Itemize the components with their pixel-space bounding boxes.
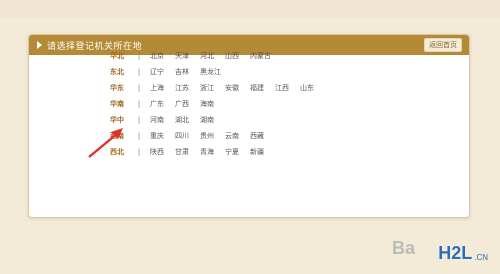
province-link[interactable]: 河北 xyxy=(200,51,214,61)
region-row: 华北 | 北京 天津 河北 山西 内蒙古 xyxy=(110,48,325,64)
province-link[interactable]: 吉林 xyxy=(175,67,189,77)
separator: | xyxy=(137,116,141,124)
province-link[interactable]: 宁夏 xyxy=(225,147,239,157)
province-link[interactable]: 辽宁 xyxy=(150,67,164,77)
separator: | xyxy=(137,148,141,156)
region-name: 华南 xyxy=(110,100,124,108)
province-link[interactable]: 湖北 xyxy=(175,115,189,125)
province-link[interactable]: 北京 xyxy=(150,51,164,61)
province-link[interactable]: 甘肃 xyxy=(175,147,189,157)
province-link[interactable]: 山西 xyxy=(225,51,239,61)
top-decor-strip xyxy=(0,0,500,18)
region-row: 东北 | 辽宁 吉林 黑龙江 xyxy=(110,64,325,80)
watermark-text: Ba xyxy=(392,238,416,258)
province-link[interactable]: 山东 xyxy=(300,83,314,93)
region-name: 华北 xyxy=(110,52,124,60)
province-link[interactable]: 湖南 xyxy=(200,115,214,125)
province-link[interactable]: 浙江 xyxy=(200,83,214,93)
separator: | xyxy=(137,68,141,76)
province-link[interactable]: 广西 xyxy=(175,99,189,109)
province-link[interactable]: 黑龙江 xyxy=(200,67,221,77)
separator: | xyxy=(137,52,141,60)
site-logo: H2L .CN xyxy=(438,243,488,264)
back-home-button[interactable]: 返回首页 xyxy=(424,38,462,52)
logo-main: H2L xyxy=(438,243,473,263)
province-link[interactable]: 江西 xyxy=(275,83,289,93)
province-link[interactable]: 重庆 xyxy=(150,131,164,141)
province-link[interactable]: 西藏 xyxy=(250,131,264,141)
region-row: 西北 | 陕西 甘肃 青海 宁夏 新疆 xyxy=(110,144,325,160)
province-link[interactable]: 上海 xyxy=(150,83,164,93)
region-row: 华南 | 广东 广西 海南 xyxy=(110,96,325,112)
region-row: 华东 | 上海 江苏 浙江 安徽 福建 江西 山东 xyxy=(110,80,325,96)
separator: | xyxy=(137,132,141,140)
triangle-right-icon xyxy=(37,41,42,49)
separator: | xyxy=(137,100,141,108)
province-link[interactable]: 贵州 xyxy=(200,131,214,141)
province-link[interactable]: 福建 xyxy=(250,83,264,93)
province-link[interactable]: 新疆 xyxy=(250,147,264,157)
province-link[interactable]: 海南 xyxy=(200,99,214,109)
region-name: 华东 xyxy=(110,84,124,92)
region-row: 华中 | 河南 湖北 湖南 xyxy=(110,112,325,128)
province-link[interactable]: 青海 xyxy=(200,147,214,157)
red-arrow-annotation xyxy=(88,128,123,158)
province-link[interactable]: 内蒙古 xyxy=(250,51,271,61)
province-link[interactable]: 天津 xyxy=(175,51,189,61)
province-link[interactable]: 安徽 xyxy=(225,83,239,93)
province-link[interactable]: 云南 xyxy=(225,131,239,141)
region-list: 华北 | 北京 天津 河北 山西 内蒙古东北 | 辽宁 吉林 黑龙江华东 | 上海 江苏 浙江 安徽 福建 江西 山… xyxy=(110,48,325,160)
province-link[interactable]: 江苏 xyxy=(175,83,189,93)
region-name: 东北 xyxy=(110,68,124,76)
province-link[interactable]: 河南 xyxy=(150,115,164,125)
logo-sub: .CN xyxy=(474,253,488,262)
region-row: 西南|重庆四川贵州云南西藏 xyxy=(110,128,325,144)
separator: | xyxy=(137,84,141,92)
province-link[interactable]: 四川 xyxy=(175,131,189,141)
province-link[interactable]: 陕西 xyxy=(150,147,164,157)
province-link[interactable]: 广东 xyxy=(150,99,164,109)
